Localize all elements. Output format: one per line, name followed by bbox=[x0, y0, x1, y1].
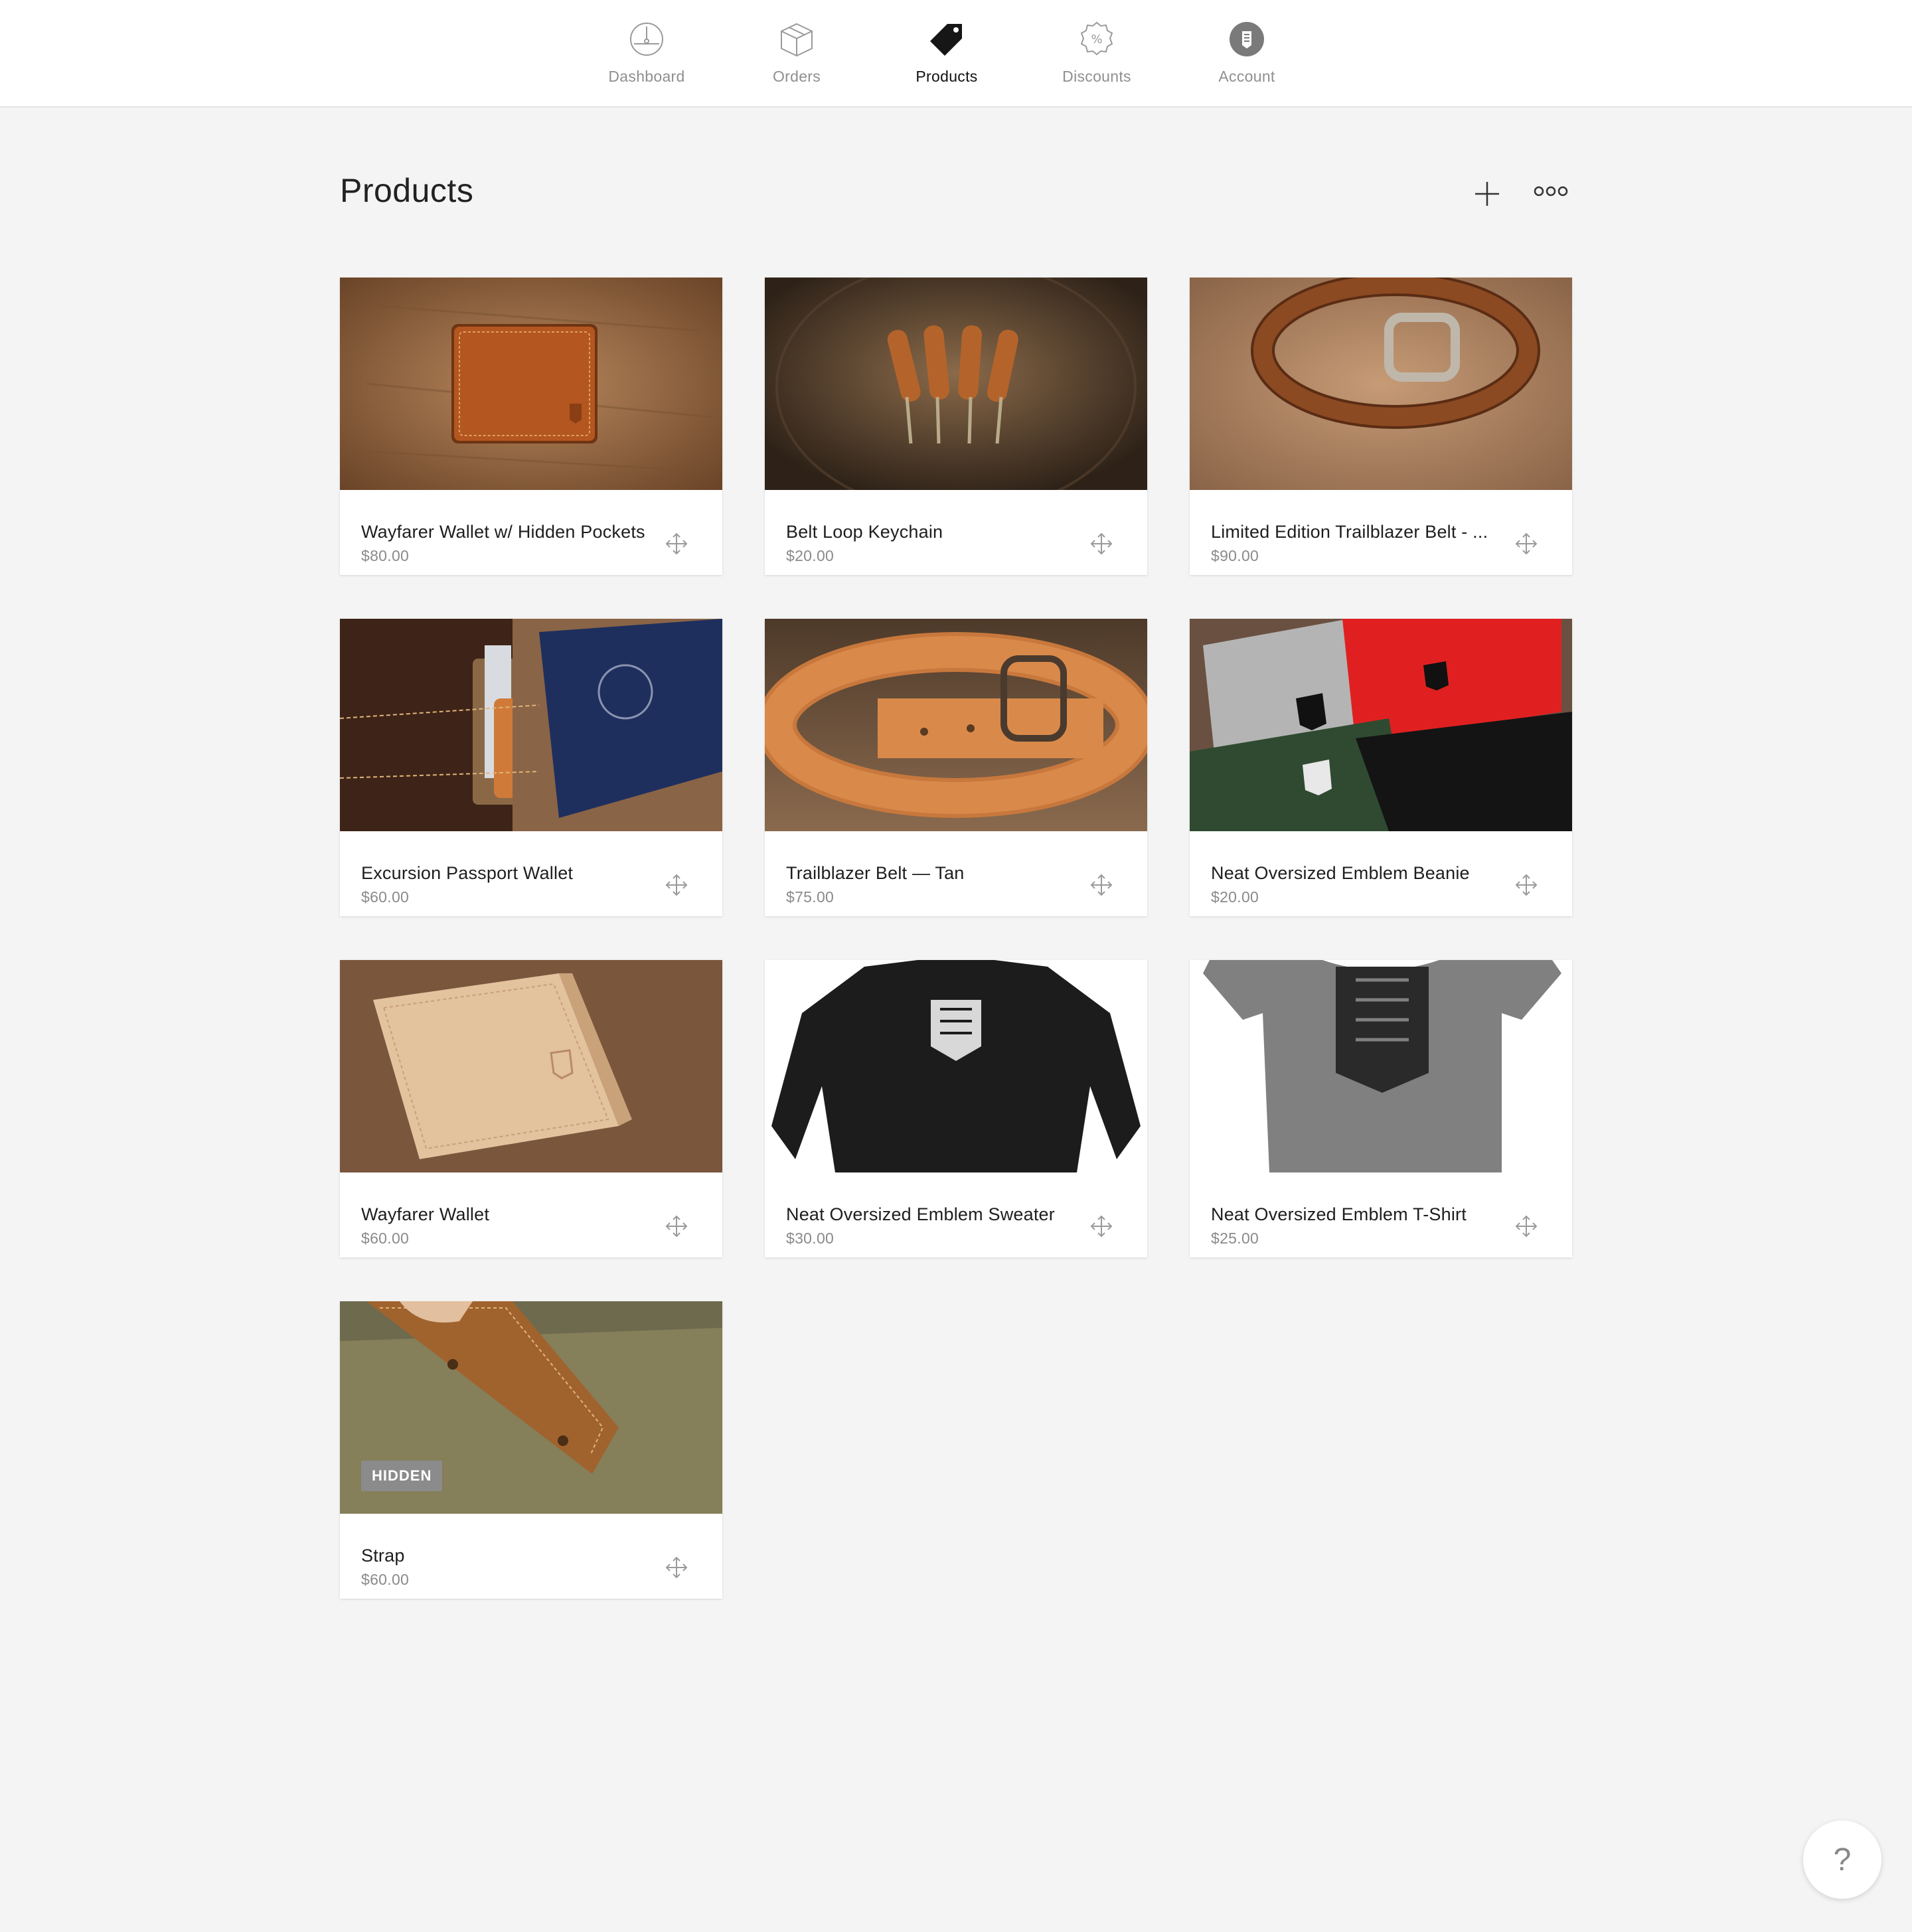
product-price: $30.00 bbox=[786, 1230, 835, 1247]
product-price: $20.00 bbox=[786, 547, 835, 564]
drag-handle-icon[interactable] bbox=[1515, 874, 1538, 896]
help-button[interactable]: ? bbox=[1803, 1820, 1881, 1899]
product-image bbox=[1190, 278, 1572, 490]
drag-handle-icon[interactable] bbox=[665, 1215, 688, 1238]
product-price: $80.00 bbox=[361, 547, 410, 564]
product-price: $60.00 bbox=[361, 1571, 410, 1588]
drag-handle-icon[interactable] bbox=[1090, 1215, 1113, 1238]
product-image bbox=[340, 619, 722, 831]
product-name: Strap bbox=[361, 1546, 405, 1566]
question-mark-icon: ? bbox=[1833, 1842, 1852, 1878]
more-dots-icon[interactable] bbox=[1534, 183, 1568, 199]
product-name: Neat Oversized Emblem T-Shirt bbox=[1211, 1204, 1467, 1224]
top-navigation: Dashboard Orders Products % Discounts Ac… bbox=[0, 0, 1912, 108]
drag-handle-icon[interactable] bbox=[665, 874, 688, 896]
nav-label-discounts: Discounts bbox=[1062, 68, 1131, 85]
tag-icon bbox=[930, 24, 962, 56]
drag-handle-icon[interactable] bbox=[1090, 532, 1113, 555]
product-price: $20.00 bbox=[1211, 888, 1259, 906]
product-image bbox=[765, 619, 1147, 831]
product-card[interactable]: Wayfarer Wallet $60.00 bbox=[340, 960, 722, 1257]
product-name: Belt Loop Keychain bbox=[786, 522, 943, 542]
product-image bbox=[340, 278, 722, 490]
product-price: $75.00 bbox=[786, 888, 835, 906]
product-price: $25.00 bbox=[1211, 1230, 1259, 1247]
product-card[interactable]: Belt Loop Keychain $20.00 bbox=[765, 278, 1147, 575]
drag-handle-icon[interactable] bbox=[1090, 874, 1113, 896]
drag-handle-icon[interactable] bbox=[665, 1556, 688, 1579]
plus-icon[interactable] bbox=[1473, 179, 1502, 208]
drag-handle-icon[interactable] bbox=[665, 532, 688, 555]
nav-label-products: Products bbox=[916, 68, 978, 85]
product-name: Neat Oversized Emblem Beanie bbox=[1211, 863, 1470, 883]
nav-item-account[interactable]: Account bbox=[1180, 20, 1313, 86]
product-card[interactable]: Neat Oversized Emblem Beanie $20.00 bbox=[1190, 619, 1572, 916]
svg-text:%: % bbox=[1091, 33, 1102, 46]
nav-label-orders: Orders bbox=[772, 68, 821, 85]
product-name: Wayfarer Wallet w/ Hidden Pockets bbox=[361, 522, 645, 542]
product-card[interactable]: Limited Edition Trailblazer Belt - ... $… bbox=[1190, 278, 1572, 575]
drag-handle-icon[interactable] bbox=[1515, 532, 1538, 555]
product-card[interactable]: Excursion Passport Wallet $60.00 bbox=[340, 619, 722, 916]
product-card[interactable]: Wayfarer Wallet w/ Hidden Pockets $80.00 bbox=[340, 278, 722, 575]
product-name: Neat Oversized Emblem Sweater bbox=[786, 1204, 1055, 1224]
hidden-badge: HIDDEN bbox=[361, 1461, 443, 1491]
product-name: Wayfarer Wallet bbox=[361, 1204, 490, 1224]
product-price: $60.00 bbox=[361, 888, 410, 906]
product-image bbox=[340, 960, 722, 1172]
product-card[interactable]: Trailblazer Belt — Tan $75.00 bbox=[765, 619, 1147, 916]
page-title: Products bbox=[340, 172, 474, 209]
percent-badge-icon: % bbox=[1080, 21, 1113, 56]
product-name: Excursion Passport Wallet bbox=[361, 863, 574, 883]
nav-item-dashboard[interactable]: Dashboard bbox=[580, 20, 713, 86]
product-image bbox=[765, 960, 1147, 1172]
nav-item-discounts[interactable]: % Discounts bbox=[1030, 20, 1163, 86]
product-card[interactable]: Neat Oversized Emblem Sweater $30.00 bbox=[765, 960, 1147, 1257]
nav-label-dashboard: Dashboard bbox=[608, 68, 685, 85]
product-card[interactable]: HIDDEN Strap $60.00 bbox=[340, 1301, 722, 1599]
product-image bbox=[1190, 960, 1572, 1172]
product-card[interactable]: Neat Oversized Emblem T-Shirt $25.00 bbox=[1190, 960, 1572, 1257]
nav-label-account: Account bbox=[1218, 68, 1275, 85]
product-name: Limited Edition Trailblazer Belt - ... bbox=[1211, 522, 1488, 542]
product-image bbox=[1190, 619, 1572, 831]
box-icon bbox=[781, 23, 813, 57]
dashboard-icon bbox=[630, 23, 663, 56]
product-price: $90.00 bbox=[1211, 547, 1259, 564]
nav-item-products[interactable]: Products bbox=[880, 20, 1013, 86]
product-name: Trailblazer Belt — Tan bbox=[786, 863, 965, 883]
product-image bbox=[765, 278, 1147, 490]
drag-handle-icon[interactable] bbox=[1515, 1215, 1538, 1238]
account-avatar-icon bbox=[1230, 22, 1264, 56]
product-image: HIDDEN bbox=[340, 1301, 722, 1514]
product-price: $60.00 bbox=[361, 1230, 410, 1247]
nav-item-orders[interactable]: Orders bbox=[730, 20, 863, 86]
